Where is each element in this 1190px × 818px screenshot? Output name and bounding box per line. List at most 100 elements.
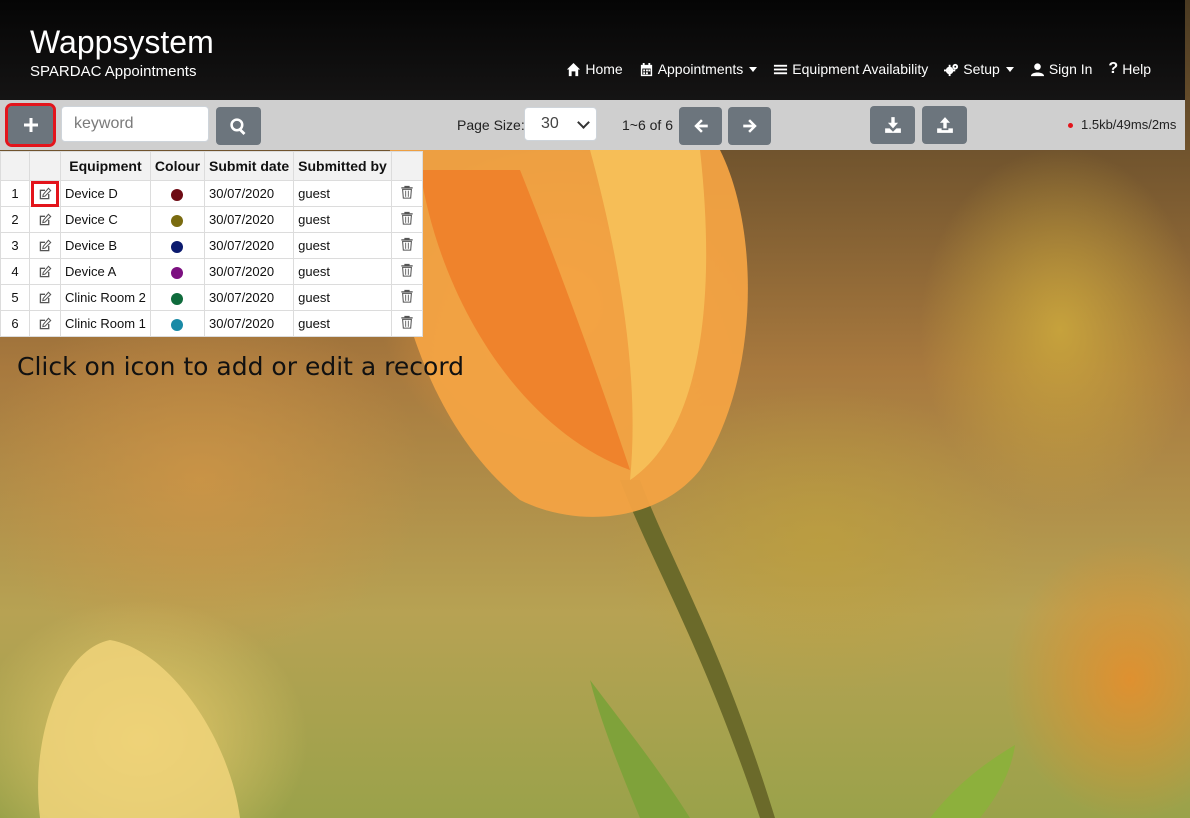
colour-swatch (171, 292, 184, 305)
status-dot (1068, 123, 1073, 128)
delete-button[interactable] (390, 180, 423, 207)
header-delete (390, 151, 423, 181)
edit-icon (34, 236, 56, 256)
edit-icon (31, 180, 59, 207)
submitted-by: guest (293, 180, 392, 207)
equipment-name: Device D (60, 180, 151, 207)
page-size-value: 30 (541, 115, 559, 132)
submit-date: 30/07/2020 (204, 284, 295, 311)
upload-icon (936, 117, 953, 133)
equipment-name: Clinic Room 1 (60, 310, 151, 337)
edit-button[interactable] (29, 284, 61, 311)
chevron-down-icon (749, 66, 758, 72)
delete-button[interactable] (390, 284, 423, 311)
nav-help-label: Help (1122, 61, 1151, 77)
user-icon (1030, 62, 1044, 76)
main-nav: Home Appointments Equipment Availability… (566, 60, 1151, 78)
nav-sign-in[interactable]: Sign In (1030, 61, 1093, 77)
delete-button[interactable] (390, 232, 423, 259)
submit-date: 30/07/2020 (204, 232, 295, 259)
performance-stats: 1.5kb/49ms/2ms (1081, 117, 1177, 132)
header-colour[interactable]: Colour (149, 151, 206, 181)
plus-icon (23, 118, 38, 132)
table-header-row: Equipment Colour Submit date Submitted b… (0, 151, 423, 181)
nav-appointments-label: Appointments (657, 61, 744, 77)
add-record-button[interactable] (5, 103, 56, 147)
chevron-down-icon (577, 115, 590, 129)
equipment-name: Device C (60, 206, 151, 233)
header-equipment[interactable]: Equipment (60, 151, 151, 181)
submitted-by: guest (293, 206, 392, 233)
nav-appointments[interactable]: Appointments (639, 61, 758, 77)
nav-setup[interactable]: Setup (944, 61, 1014, 77)
header-edit (29, 151, 61, 181)
row-number: 1 (0, 180, 30, 207)
search-input[interactable] (61, 106, 209, 142)
submit-date: 30/07/2020 (204, 206, 295, 233)
submitted-by: guest (293, 284, 392, 311)
nav-home[interactable]: Home (566, 61, 623, 77)
edit-icon (34, 314, 56, 334)
nav-equipment-availability[interactable]: Equipment Availability (773, 61, 928, 77)
page-size-select[interactable]: 30 (524, 107, 597, 141)
search-icon (230, 117, 246, 135)
previous-page-button[interactable] (679, 107, 722, 145)
search-button[interactable] (216, 107, 261, 145)
header-submit-date[interactable]: Submit date (204, 151, 295, 181)
list-icon (774, 64, 788, 74)
delete-button[interactable] (390, 206, 423, 233)
help-hint: Click on icon to add or edit a record (17, 352, 465, 381)
edit-button[interactable] (29, 232, 61, 259)
nav-setup-label: Setup (963, 61, 1000, 77)
delete-button[interactable] (390, 258, 423, 285)
equipment-table: Equipment Colour Submit date Submitted b… (0, 151, 423, 337)
table-row: 6 Clinic Room 1 30/07/2020 guest (0, 310, 423, 337)
colour-swatch (171, 214, 184, 227)
table-row: 1 Device D 30/07/2020 guest (0, 180, 423, 207)
arrow-left-icon (693, 119, 708, 133)
colour-cell (149, 310, 206, 337)
row-number: 6 (0, 310, 30, 337)
app-title[interactable]: Wappsystem (30, 22, 214, 62)
nav-sign-in-label: Sign In (1048, 61, 1093, 77)
table-row: 3 Device B 30/07/2020 guest (0, 232, 423, 259)
nav-help[interactable]: ? Help (1108, 60, 1151, 78)
row-number: 5 (0, 284, 30, 311)
equipment-name: Device B (60, 232, 151, 259)
table-row: 4 Device A 30/07/2020 guest (0, 258, 423, 285)
edit-button[interactable] (29, 258, 61, 285)
colour-swatch (171, 266, 184, 279)
table-row: 5 Clinic Room 2 30/07/2020 guest (0, 284, 423, 311)
colour-cell (149, 206, 206, 233)
colour-cell (149, 258, 206, 285)
trash-icon (400, 185, 414, 202)
trash-icon (400, 289, 414, 306)
colour-cell (149, 284, 206, 311)
edit-icon (34, 262, 56, 282)
upload-button[interactable] (922, 106, 967, 144)
equipment-name: Device A (60, 258, 151, 285)
table-row: 2 Device C 30/07/2020 guest (0, 206, 423, 233)
trash-icon (400, 263, 414, 280)
page-size-label: Page Size: (457, 117, 525, 133)
equipment-name: Clinic Room 2 (60, 284, 151, 311)
question-icon: ? (1108, 60, 1119, 77)
submit-date: 30/07/2020 (204, 258, 295, 285)
trash-icon (400, 211, 414, 228)
colour-cell (149, 232, 206, 259)
nav-equipment-availability-label: Equipment Availability (792, 61, 929, 77)
colour-cell (149, 180, 206, 207)
edit-button[interactable] (29, 310, 61, 337)
colour-swatch (171, 318, 184, 331)
download-button[interactable] (870, 106, 915, 144)
app-header: Wappsystem SPARDAC Appointments Home App… (0, 0, 1185, 100)
header-submitted-by[interactable]: Submitted by (293, 151, 392, 181)
home-icon (567, 62, 581, 76)
submitted-by: guest (293, 232, 392, 259)
delete-button[interactable] (390, 310, 423, 337)
edit-button[interactable] (29, 206, 61, 233)
next-page-button[interactable] (728, 107, 771, 145)
trash-icon (400, 315, 414, 332)
colour-swatch (171, 240, 184, 253)
edit-button[interactable] (29, 180, 61, 207)
